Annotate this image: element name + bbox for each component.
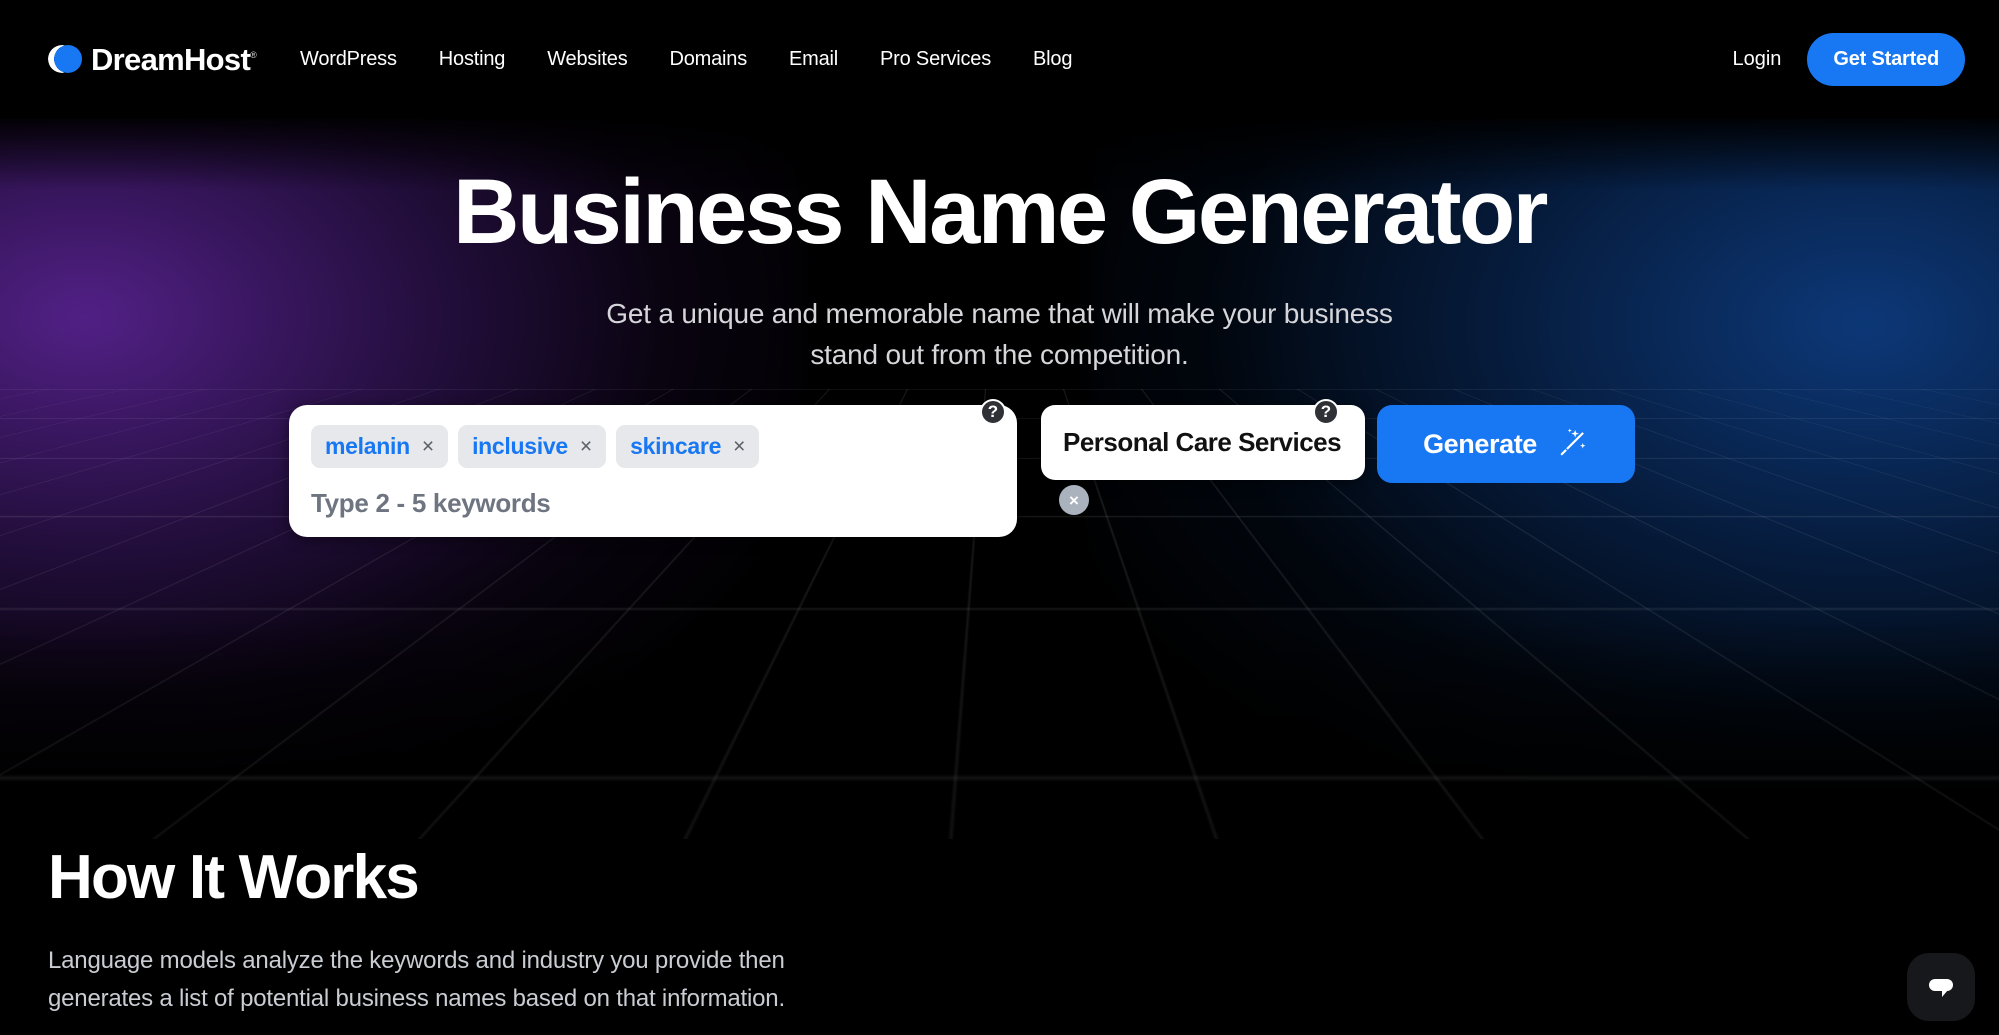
hero-subtitle-line2: stand out from the competition.	[810, 338, 1189, 370]
nav-right-actions: Login Get Started	[1732, 33, 1965, 86]
primary-nav-links: WordPress Hosting Websites Domains Email…	[300, 48, 1072, 71]
keyword-help-question-mark-icon[interactable]: ?	[980, 399, 1006, 425]
keyword-chip-remove-icon[interactable]: ×	[422, 436, 434, 457]
nav-item-domains[interactable]: Domains	[670, 48, 748, 71]
keyword-chip-label: melanin	[325, 433, 410, 459]
industry-help-question-mark-icon[interactable]: ?	[1313, 399, 1339, 425]
how-it-works-body-line2: generates a list of potential business n…	[48, 985, 785, 1013]
nav-item-hosting[interactable]: Hosting	[439, 48, 506, 71]
chat-bubble-icon	[1929, 979, 1953, 997]
industry-selected-value: Personal Care Services	[1063, 427, 1342, 457]
keyword-chip[interactable]: melanin ×	[311, 425, 449, 468]
how-it-works-body-line1: Language models analyze the keywords and…	[48, 947, 785, 975]
nav-item-pro-services[interactable]: Pro Services	[880, 48, 991, 71]
top-navigation-bar: DreamHost® WordPress Hosting Websites Do…	[0, 0, 1999, 119]
nav-item-wordpress[interactable]: WordPress	[300, 48, 397, 71]
page-title: Business Name Generator	[453, 161, 1548, 263]
keyword-chip[interactable]: skincare ×	[616, 425, 760, 468]
hero-bottom-fade	[0, 619, 1999, 839]
keyword-chip[interactable]: inclusive ×	[458, 425, 607, 468]
brand-trademark: ®	[250, 50, 257, 61]
keyword-input-placeholder[interactable]: Type 2 - 5 keywords	[311, 488, 995, 519]
brand-logo[interactable]: DreamHost®	[48, 41, 257, 78]
page-root: DreamHost® WordPress Hosting Websites Do…	[0, 0, 1999, 1035]
generator-form: melanin × inclusive × skincare × Type 2 …	[289, 399, 1719, 560]
get-started-button[interactable]: Get Started	[1807, 33, 1965, 86]
keyword-chip-label: skincare	[630, 433, 722, 459]
keyword-chip-label: inclusive	[472, 433, 568, 459]
generate-button[interactable]: Generate	[1377, 405, 1635, 483]
how-it-works-section: How It Works Language models analyze the…	[48, 845, 838, 1019]
hero-subtitle-line1: Get a unique and memorable name that wil…	[606, 298, 1393, 330]
brand-name-text: DreamHost	[91, 41, 251, 77]
keyword-input-field[interactable]: melanin × inclusive × skincare × Type 2 …	[289, 405, 1017, 537]
keyword-chip-remove-icon[interactable]: ×	[733, 436, 745, 457]
how-it-works-title: How It Works	[48, 843, 420, 912]
clear-industry-close-x-icon[interactable]: ×	[1059, 485, 1089, 515]
brand-name: DreamHost®	[91, 41, 257, 78]
hero-section: Business Name Generator Get a unique and…	[0, 119, 1999, 375]
hero-subtitle: Get a unique and memorable name that wil…	[0, 294, 1999, 375]
nav-item-blog[interactable]: Blog	[1033, 48, 1072, 71]
keyword-chip-remove-icon[interactable]: ×	[580, 436, 592, 457]
how-it-works-body: Language models analyze the keywords and…	[48, 942, 838, 1019]
magic-wand-icon	[1560, 428, 1586, 456]
generate-button-label: Generate	[1423, 428, 1537, 459]
login-link[interactable]: Login	[1732, 48, 1781, 71]
keyword-chip-list: melanin × inclusive × skincare ×	[311, 425, 995, 468]
nav-item-websites[interactable]: Websites	[547, 48, 627, 71]
chat-launcher-button[interactable]	[1907, 953, 1975, 1021]
dreamhost-crescent-logo-icon	[48, 43, 82, 77]
nav-item-email[interactable]: Email	[789, 48, 838, 71]
